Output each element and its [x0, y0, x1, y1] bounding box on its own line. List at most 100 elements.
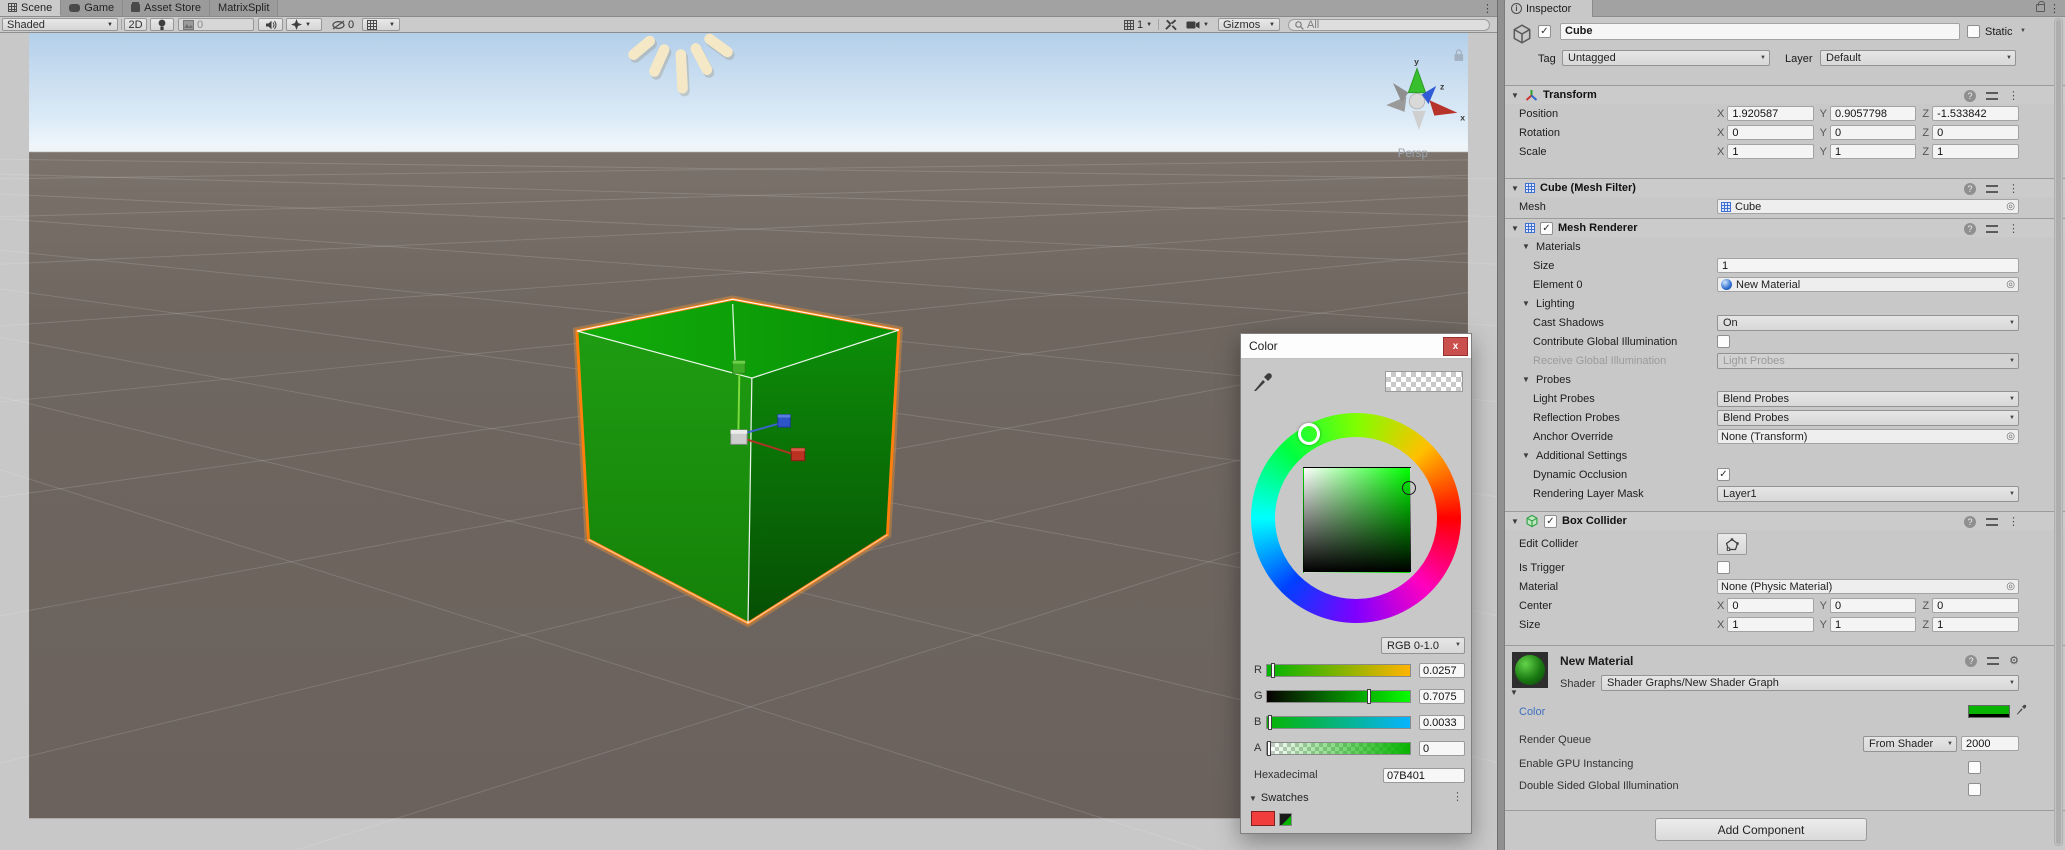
- is-trigger-checkbox[interactable]: [1717, 561, 1730, 574]
- gizmo-z-handle[interactable]: [778, 415, 790, 427]
- scale-x-field[interactable]: 1: [1727, 144, 1813, 159]
- rotation-z-field[interactable]: 0: [1932, 125, 2019, 140]
- position-z-field[interactable]: -1.533842: [1932, 106, 2019, 121]
- effects-dropdown-button[interactable]: ▼: [286, 18, 322, 31]
- materials-foldout[interactable]: ▼Materials: [1505, 237, 2065, 256]
- object-picker-icon[interactable]: ◎: [2006, 581, 2015, 592]
- layer-dropdown[interactable]: Default: [1820, 50, 2016, 66]
- edit-collider-button[interactable]: [1717, 533, 1747, 555]
- channel-g-value[interactable]: 0.7075: [1419, 689, 1465, 704]
- position-y-field[interactable]: 0.9057798: [1830, 106, 1916, 121]
- scene-visibility-button[interactable]: 0: [328, 18, 360, 31]
- gizmo-y-axis[interactable]: [738, 372, 739, 431]
- color-window-titlebar[interactable]: Color x: [1241, 334, 1471, 359]
- tab-asset-store[interactable]: Asset Store: [123, 0, 210, 16]
- probes-foldout[interactable]: ▼Probes: [1505, 370, 2065, 389]
- component-tools-button[interactable]: [1161, 18, 1181, 31]
- scene-tab-menu-icon[interactable]: ⋮: [1482, 2, 1493, 15]
- color-mode-dropdown[interactable]: RGB 0-1.0: [1381, 637, 1465, 654]
- center-x-field[interactable]: 0: [1727, 598, 1813, 613]
- help-icon[interactable]: ?: [1964, 90, 1976, 102]
- box-collider-enabled-checkbox[interactable]: ✓: [1544, 515, 1557, 528]
- gameobject-cube-icon[interactable]: [1511, 23, 1533, 45]
- hex-input[interactable]: 07B401: [1383, 768, 1465, 783]
- rotation-x-field[interactable]: 0: [1727, 125, 1813, 140]
- dynamic-occlusion-checkbox[interactable]: ✓: [1717, 468, 1730, 481]
- mesh-renderer-enabled-checkbox[interactable]: ✓: [1540, 222, 1553, 235]
- help-icon[interactable]: ?: [1964, 183, 1976, 195]
- help-icon[interactable]: ?: [1964, 516, 1976, 528]
- scale-z-field[interactable]: 1: [1932, 144, 2019, 159]
- pane-splitter[interactable]: [1497, 0, 1505, 850]
- saturation-value-box[interactable]: [1303, 467, 1411, 573]
- presets-icon[interactable]: [1986, 224, 1998, 234]
- mesh-object-field[interactable]: Cube ◎: [1717, 199, 2019, 214]
- anchor-override-object-field[interactable]: None (Transform) ◎: [1717, 429, 2019, 444]
- foldout-triangle-icon[interactable]: ▼: [1510, 224, 1520, 233]
- rendering-layer-mask-dropdown[interactable]: Layer1: [1717, 486, 2019, 502]
- swatch-red[interactable]: [1251, 811, 1275, 826]
- channel-b-value[interactable]: 0.0033: [1419, 715, 1465, 730]
- gpu-instancing-checkbox[interactable]: [1968, 761, 1981, 774]
- close-button[interactable]: x: [1443, 337, 1468, 356]
- channel-a-handle[interactable]: [1267, 741, 1271, 756]
- channel-r-slider[interactable]: [1266, 664, 1411, 677]
- channel-g-slider[interactable]: [1266, 690, 1411, 703]
- tag-dropdown[interactable]: Untagged: [1562, 50, 1770, 66]
- tab-game[interactable]: Game: [61, 0, 123, 16]
- eyedropper-icon[interactable]: [1251, 370, 1275, 394]
- gameobject-active-checkbox[interactable]: ✓: [1538, 25, 1551, 38]
- inspector-scrollbar[interactable]: [2054, 18, 2063, 846]
- material-color-label[interactable]: Color: [1519, 706, 1545, 718]
- shading-mode-dropdown[interactable]: Shaded ▼: [2, 18, 118, 31]
- lock-icon[interactable]: [2036, 4, 2045, 12]
- component-menu-icon[interactable]: ⋮: [2008, 89, 2019, 102]
- scale-y-field[interactable]: 1: [1830, 144, 1916, 159]
- cast-shadows-dropdown[interactable]: On: [1717, 315, 2019, 331]
- channel-a-slider[interactable]: [1266, 742, 1411, 755]
- presets-icon[interactable]: [1986, 184, 1998, 194]
- light-probes-dropdown[interactable]: Blend Probes: [1717, 391, 2019, 407]
- tab-matrixsplit[interactable]: MatrixSplit: [210, 0, 278, 16]
- contribute-gi-checkbox[interactable]: [1717, 335, 1730, 348]
- channel-r-handle[interactable]: [1271, 663, 1275, 678]
- shader-dropdown[interactable]: Shader Graphs/New Shader Graph: [1601, 675, 2019, 691]
- reflection-probes-dropdown[interactable]: Blend Probes: [1717, 410, 2019, 426]
- foldout-triangle-icon[interactable]: ▼: [1510, 91, 1520, 100]
- channel-g-handle[interactable]: [1367, 689, 1371, 704]
- lighting-toggle-button[interactable]: [150, 18, 174, 31]
- help-icon[interactable]: ?: [1965, 655, 1977, 667]
- component-menu-icon[interactable]: ⋮: [2008, 515, 2019, 528]
- current-color-preview[interactable]: [1385, 371, 1463, 392]
- object-picker-icon[interactable]: ◎: [2006, 431, 2015, 442]
- saturation-value-indicator[interactable]: [1402, 481, 1416, 495]
- component-menu-icon[interactable]: ⋮: [2008, 222, 2019, 235]
- mesh-filter-header[interactable]: ▼ Cube (Mesh Filter) ? ⋮: [1505, 178, 2065, 197]
- grid-snap-dropdown[interactable]: 1 ▼: [1120, 18, 1160, 31]
- gizmo-x-handle[interactable]: [791, 448, 804, 460]
- gizmo-center-handle[interactable]: [731, 430, 747, 444]
- static-checkbox[interactable]: [1967, 25, 1980, 38]
- center-z-field[interactable]: 0: [1932, 598, 2019, 613]
- position-x-field[interactable]: 1.920587: [1727, 106, 1813, 121]
- channel-r-value[interactable]: 0.0257: [1419, 663, 1465, 678]
- gizmo-y-handle[interactable]: [733, 361, 745, 373]
- scene-search-input[interactable]: All: [1288, 19, 1490, 31]
- size-x-field[interactable]: 1: [1727, 617, 1813, 632]
- render-queue-field[interactable]: 2000: [1961, 736, 2019, 751]
- physic-material-object-field[interactable]: None (Physic Material) ◎: [1717, 579, 2019, 594]
- double-sided-gi-checkbox[interactable]: [1968, 783, 1981, 796]
- presets-icon[interactable]: [1987, 656, 1999, 666]
- 2d-toggle-button[interactable]: 2D: [124, 18, 147, 31]
- material-preview-thumbnail[interactable]: [1512, 652, 1548, 688]
- tab-inspector[interactable]: i Inspector: [1505, 0, 1593, 17]
- audio-toggle-button[interactable]: [258, 18, 283, 31]
- effects-amount-field[interactable]: 0: [178, 18, 254, 31]
- camera-settings-dropdown[interactable]: ▼: [1182, 18, 1216, 31]
- box-collider-header[interactable]: ▼ ✓ Box Collider ? ⋮: [1505, 511, 2065, 530]
- swatches-menu-icon[interactable]: ⋮: [1452, 790, 1463, 803]
- foldout-triangle-icon[interactable]: ▼: [1510, 184, 1520, 193]
- channel-b-slider[interactable]: [1266, 716, 1411, 729]
- element0-object-field[interactable]: New Material ◎: [1717, 277, 2019, 292]
- channel-b-handle[interactable]: [1268, 715, 1272, 730]
